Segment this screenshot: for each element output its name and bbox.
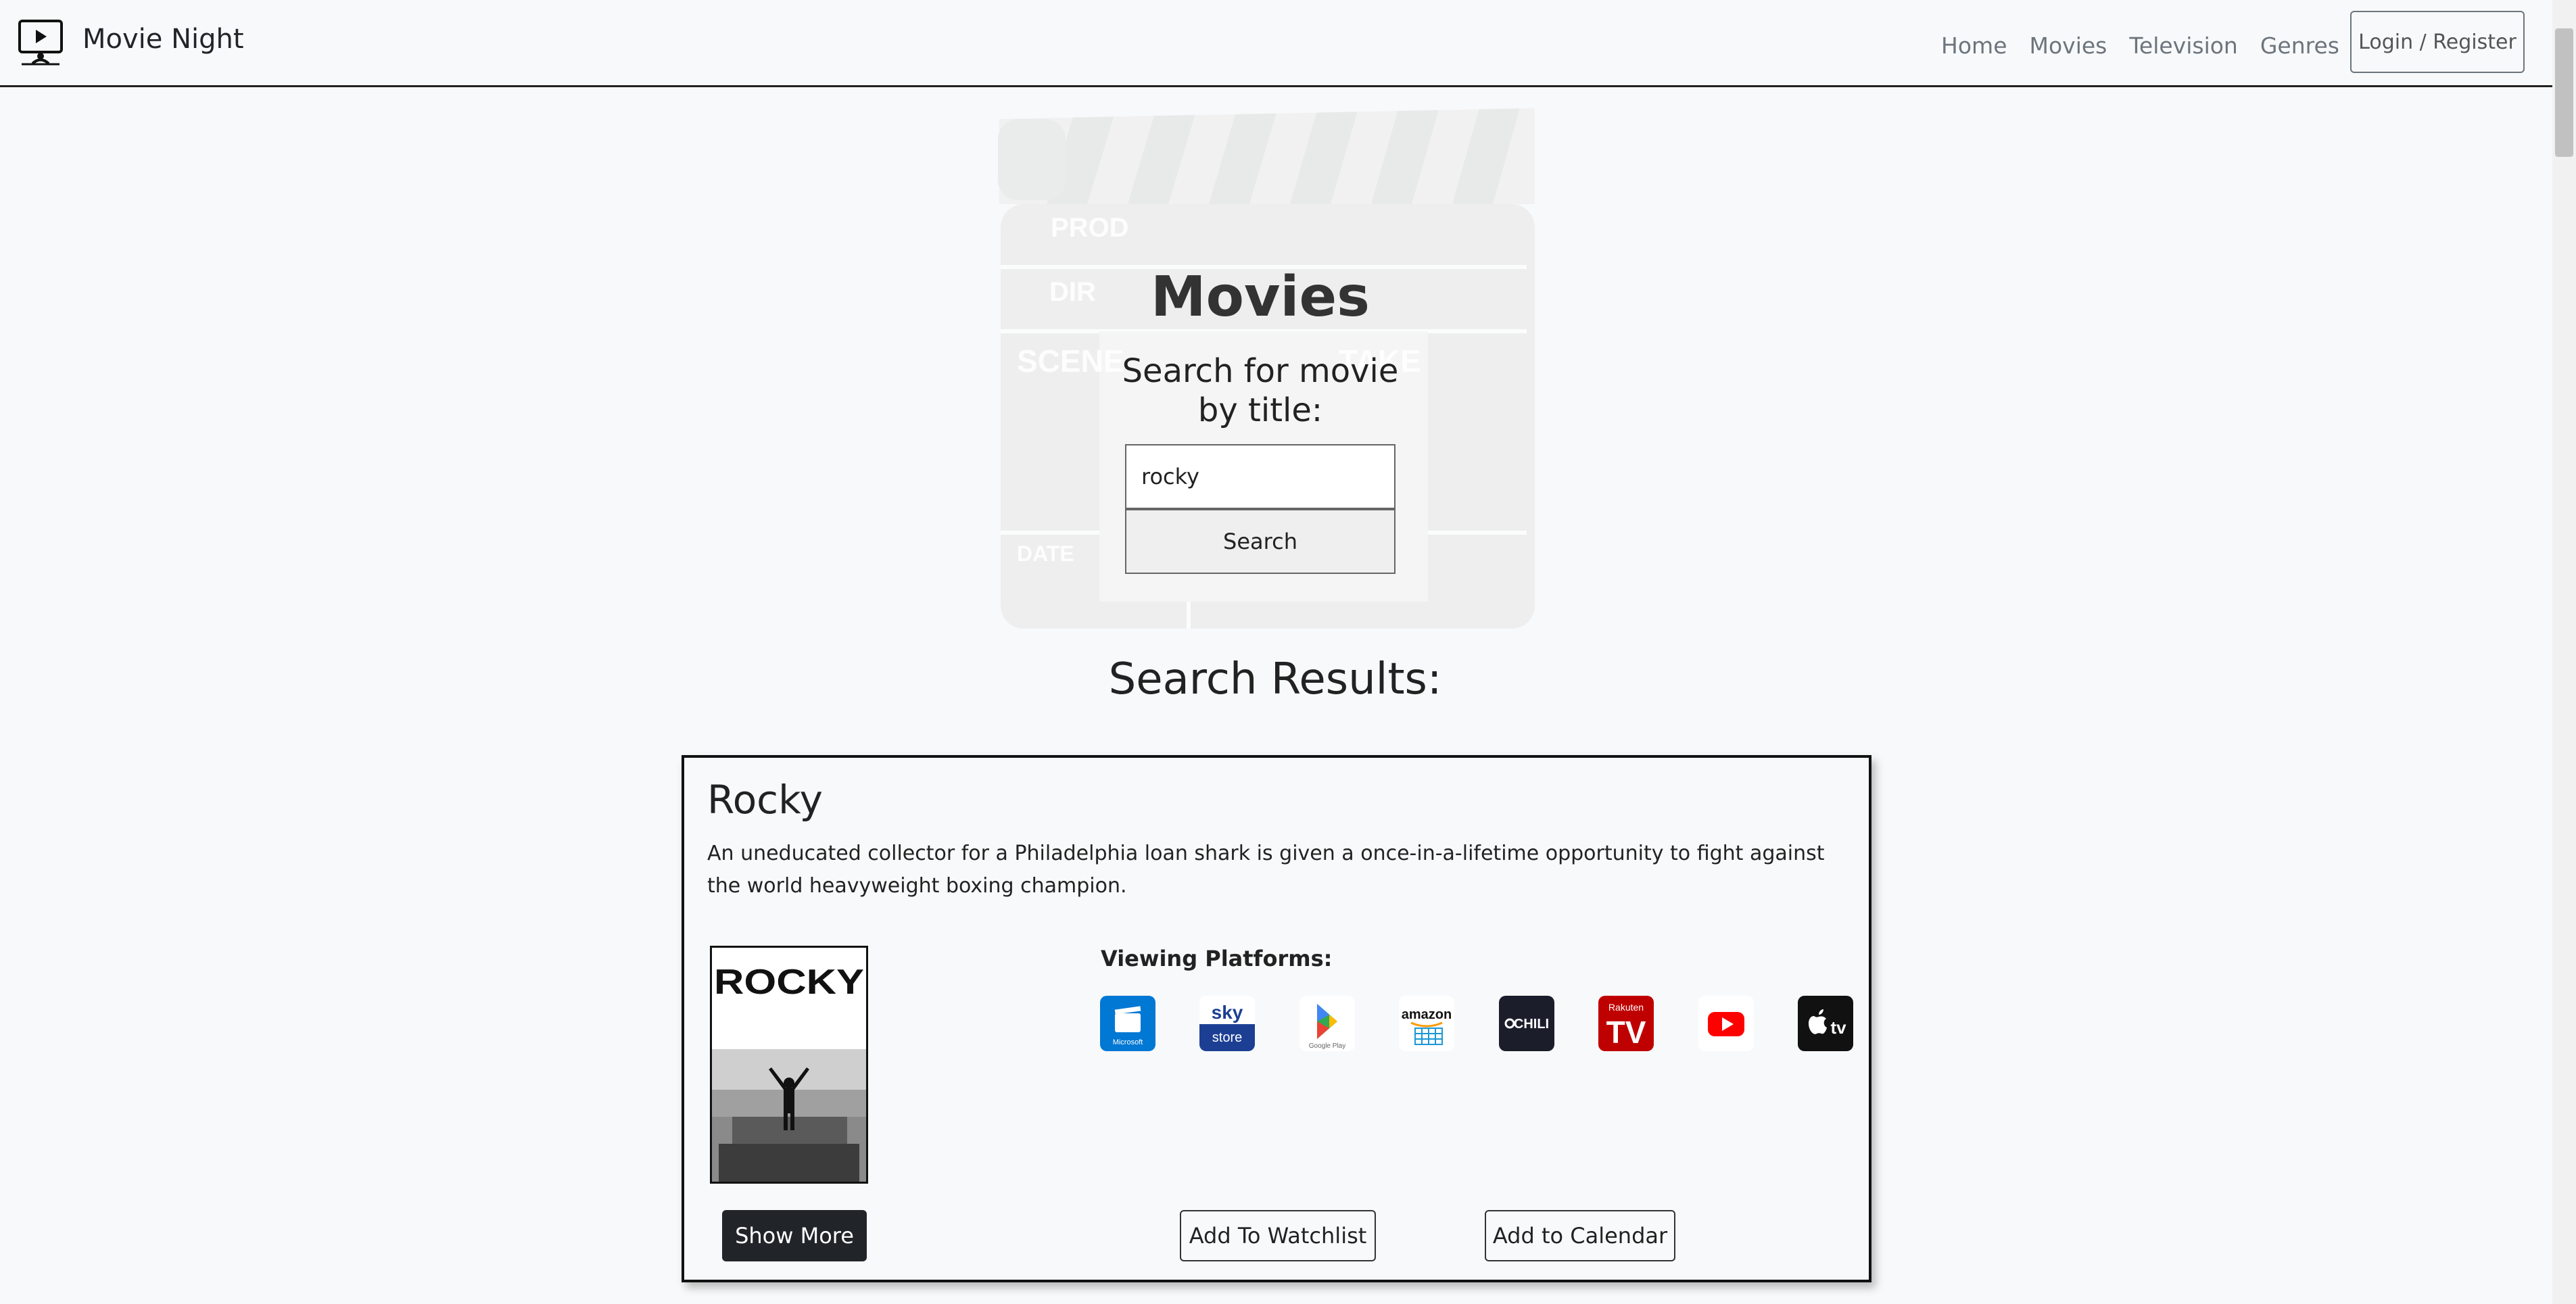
rakuten-tv-icon[interactable]: Rakuten TV <box>1598 996 1654 1051</box>
movie-poster[interactable]: ROCKY <box>710 946 868 1184</box>
movie-card: Rocky An uneducated collector for a Phil… <box>682 755 1871 1282</box>
svg-text:amazon: amazon <box>1402 1007 1452 1022</box>
chili-icon[interactable]: CHILI <box>1499 996 1554 1051</box>
svg-text:store: store <box>1212 1030 1242 1045</box>
microsoft-label: Microsoft <box>1113 1038 1143 1046</box>
nav-links: Home Movies Television Genres Login / Re… <box>1941 11 2552 73</box>
nav-link-movies[interactable]: Movies <box>2030 26 2107 66</box>
google-play-icon[interactable]: Google Play <box>1299 996 1355 1051</box>
apple-tv-icon[interactable]: tv <box>1798 996 1853 1051</box>
clapper-date-label: DATE <box>1017 541 1074 566</box>
scrollbar-track[interactable] <box>2552 0 2576 1304</box>
nav-link-genres[interactable]: Genres <box>2260 26 2339 66</box>
youtube-icon[interactable] <box>1698 996 1754 1051</box>
svg-text:tv: tv <box>1830 1017 1846 1038</box>
svg-text:TV: TV <box>1606 1015 1646 1050</box>
clapper-scene-label: SCENE <box>1017 343 1124 379</box>
svg-text:Google Play: Google Play <box>1309 1042 1345 1050</box>
movie-title: Rocky <box>707 777 823 823</box>
amazon-icon[interactable]: amazon <box>1399 996 1454 1051</box>
add-to-watchlist-button[interactable]: Add To Watchlist <box>1180 1210 1376 1261</box>
clapper-prod-label: PROD <box>1051 213 1129 243</box>
sky-store-icon[interactable]: sky store <box>1199 996 1255 1051</box>
microsoft-movies-icon[interactable]: Microsoft <box>1100 996 1155 1051</box>
add-to-calendar-button[interactable]: Add to Calendar <box>1485 1210 1675 1261</box>
tv-icon[interactable] <box>18 19 64 66</box>
search-input[interactable] <box>1125 444 1396 509</box>
nav-link-television[interactable]: Television <box>2129 26 2238 66</box>
nav-link-home[interactable]: Home <box>1941 26 2007 66</box>
viewing-platforms-label: Viewing Platforms: <box>1101 946 1333 971</box>
brand-title[interactable]: Movie Night <box>82 19 244 59</box>
search-label: Search for movie by title: <box>1122 352 1399 429</box>
login-register-button[interactable]: Login / Register <box>2350 11 2525 73</box>
page-title: Movies <box>1151 265 1370 329</box>
search-button[interactable]: Search <box>1125 509 1396 574</box>
svg-text:CHILI: CHILI <box>1514 1017 1549 1032</box>
poster-title: ROCKY <box>714 963 864 1002</box>
scrollbar-thumb[interactable] <box>2555 28 2573 157</box>
svg-text:Rakuten: Rakuten <box>1608 1002 1644 1013</box>
results-heading: Search Results: <box>1108 654 1442 704</box>
show-more-button[interactable]: Show More <box>722 1210 867 1261</box>
movie-description: An uneducated collector for a Philadelph… <box>707 842 1825 898</box>
svg-text:sky: sky <box>1212 1002 1243 1023</box>
navbar: Movie Night Home Movies Television Genre… <box>0 0 2552 87</box>
